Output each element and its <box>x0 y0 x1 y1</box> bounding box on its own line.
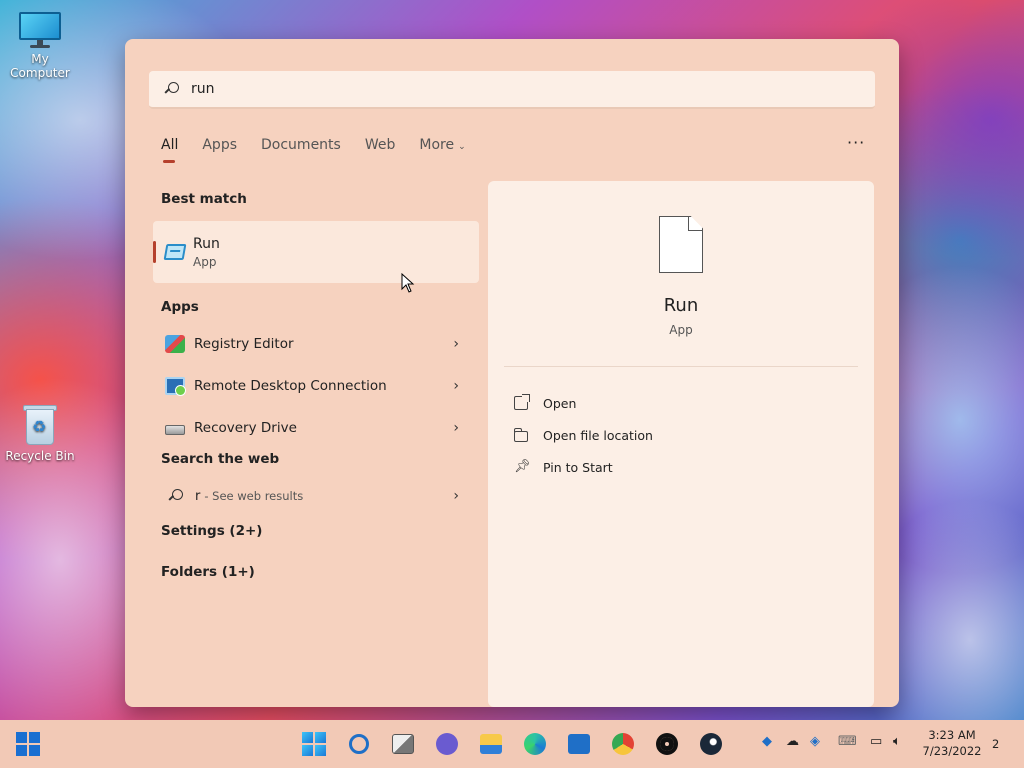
tab-more[interactable]: More ⌄ <box>419 137 465 161</box>
task-view-icon <box>392 734 414 754</box>
search-icon <box>349 734 369 754</box>
divider <box>504 366 858 367</box>
tab-all[interactable]: All <box>161 137 178 163</box>
results-list: Best match Run App Apps Registry Editor … <box>153 179 479 580</box>
app-item-label: Recovery Drive <box>194 420 297 436</box>
chevron-right-icon[interactable]: › <box>453 420 459 436</box>
recycle-bin-icon: ♻ <box>23 403 57 445</box>
detail-name: Run <box>663 295 699 316</box>
steam-button[interactable] <box>697 730 725 758</box>
drive-icon <box>165 425 185 435</box>
chat-button[interactable] <box>433 730 461 758</box>
start-search-panel: All Apps Documents Web More⌄ ··· Best ma… <box>125 39 899 707</box>
more-options-button[interactable]: ··· <box>847 133 865 152</box>
notification-count[interactable]: 2 <box>992 737 999 751</box>
web-hint: - See web results <box>204 489 304 503</box>
detail-pane: Run App Open Open file location 📌︎ Pin t… <box>488 181 874 707</box>
action-open-file-location[interactable]: Open file location <box>514 419 653 451</box>
chevron-right-icon[interactable]: › <box>453 336 459 352</box>
chevron-right-icon[interactable]: › <box>453 378 459 394</box>
volume-icon[interactable]: 🔈︎ <box>893 734 901 749</box>
app-item-label: Registry Editor <box>194 336 294 352</box>
gear-icon <box>656 733 678 755</box>
edge-icon <box>524 733 546 755</box>
open-icon <box>514 394 530 410</box>
detail-actions: Open Open file location 📌︎ Pin to Start <box>514 387 653 483</box>
action-label: Open <box>543 395 577 411</box>
registry-editor-icon <box>165 335 185 353</box>
start-button[interactable] <box>300 730 328 758</box>
tab-web[interactable]: Web <box>365 137 396 161</box>
search-icon <box>165 82 179 96</box>
web-query: r <box>195 488 201 504</box>
app-item-remote-desktop[interactable]: Remote Desktop Connection › <box>153 365 479 407</box>
desktop-icon-recycle-bin[interactable]: ♻ Recycle Bin <box>0 403 80 463</box>
folder-icon <box>480 734 502 754</box>
remote-desktop-icon <box>165 377 186 396</box>
search-box[interactable] <box>149 71 875 109</box>
chat-icon <box>436 733 458 755</box>
run-icon <box>163 244 187 260</box>
task-view-button[interactable] <box>389 730 417 758</box>
action-open[interactable]: Open <box>514 387 653 419</box>
web-search-item[interactable]: r - See web results › <box>153 475 479 517</box>
folders-category[interactable]: Folders (1+) <box>153 564 479 580</box>
taskbar: ◆ ☁ ◈ ⌨ ▭ 🔈︎ <box>0 720 1024 768</box>
best-match-item[interactable]: Run App <box>153 221 479 283</box>
folder-icon <box>514 427 528 442</box>
app-item-recovery-drive[interactable]: Recovery Drive › <box>153 407 479 449</box>
steam-icon <box>700 733 722 755</box>
best-match-type: App <box>193 254 217 269</box>
widgets-icon <box>16 732 40 756</box>
action-label: Pin to Start <box>543 459 613 475</box>
search-web-heading: Search the web <box>161 451 280 467</box>
clock-time: 3:23 AM <box>928 728 976 742</box>
desktop-icon-my-computer[interactable]: My Computer <box>0 12 80 80</box>
taskbar-clock[interactable]: 3:23 AM 7/23/2022 <box>912 727 992 759</box>
tab-documents[interactable]: Documents <box>261 137 341 161</box>
computer-icon <box>19 12 61 48</box>
best-match-heading: Best match <box>161 191 247 207</box>
tray-keyboard-icon[interactable]: ⌨ <box>838 734 857 749</box>
search-icon <box>169 489 183 503</box>
file-explorer-button[interactable] <box>477 730 505 758</box>
edge-button[interactable] <box>521 730 549 758</box>
desktop-icon-label: Recycle Bin <box>5 449 75 463</box>
store-button[interactable] <box>565 730 593 758</box>
apps-heading: Apps <box>161 299 199 315</box>
chrome-icon <box>612 733 634 755</box>
chevron-right-icon[interactable]: › <box>453 488 459 504</box>
tab-more-label: More <box>419 137 455 153</box>
filter-tabs: All Apps Documents Web More ⌄ <box>161 137 490 163</box>
pin-icon: 📌︎ <box>514 459 531 474</box>
detail-type: App <box>669 323 693 337</box>
action-pin-to-start[interactable]: 📌︎ Pin to Start <box>514 451 653 483</box>
chevron-down-icon: ⌄ <box>458 142 466 152</box>
app-item-label: Remote Desktop Connection <box>194 378 387 394</box>
tray-onedrive-icon[interactable]: ☁ <box>786 734 799 749</box>
tray-network-icon[interactable]: ◈ <box>810 734 820 749</box>
desktop-icon-label: My Computer <box>10 52 70 80</box>
settings-category[interactable]: Settings (2+) <box>153 523 479 539</box>
tab-apps[interactable]: Apps <box>202 137 237 161</box>
taskbar-search-button[interactable] <box>345 730 373 758</box>
tray-display-icon[interactable]: ▭ <box>870 734 882 749</box>
store-icon <box>568 734 590 754</box>
clock-date: 7/23/2022 <box>922 744 982 758</box>
tray-security-icon[interactable]: ◆ <box>762 734 772 749</box>
app-item-registry-editor[interactable]: Registry Editor › <box>153 323 479 365</box>
file-icon <box>659 216 703 273</box>
windows-logo-icon <box>302 732 326 756</box>
action-label: Open file location <box>543 427 653 443</box>
widgets-button[interactable] <box>14 730 42 758</box>
search-input[interactable] <box>191 81 851 97</box>
best-match-name: Run <box>193 235 220 252</box>
settings-button[interactable] <box>653 730 681 758</box>
chrome-button[interactable] <box>609 730 637 758</box>
